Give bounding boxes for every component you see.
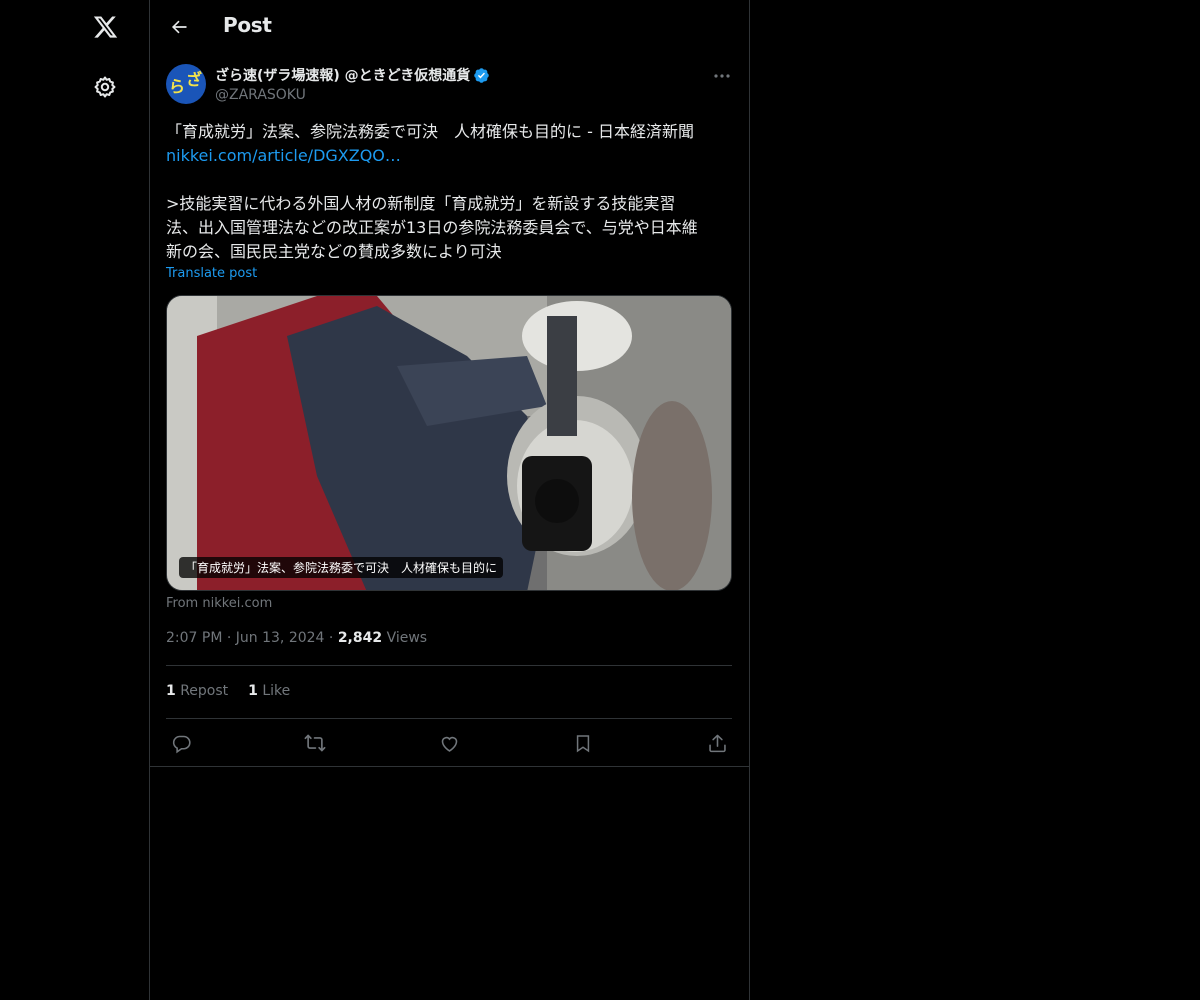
bookmark-icon[interactable] bbox=[568, 730, 598, 756]
avatar[interactable]: ら ざ bbox=[166, 64, 206, 104]
gear-icon[interactable] bbox=[81, 63, 129, 111]
action-bar bbox=[166, 730, 732, 756]
post-detail-column: Post ら ざ ざら速(ザラ場速報) @ときどき仮想通貨 @ZARASOKU … bbox=[149, 0, 750, 1000]
divider bbox=[150, 766, 749, 767]
reply-icon[interactable] bbox=[166, 730, 196, 756]
verified-badge-icon bbox=[473, 67, 490, 84]
page-header: Post bbox=[150, 0, 749, 53]
sidebar-nav bbox=[0, 0, 149, 1000]
post-quote-line: >技能実習に代わる外国人材の新制度「育成就労」を新設する技能実習 bbox=[166, 194, 676, 213]
engagement-stats: 1 Repost 1 Like bbox=[166, 683, 290, 699]
avatar-glyph: ら bbox=[169, 77, 186, 96]
author-name[interactable]: ざら速(ザラ場速報) @ときどき仮想通貨 bbox=[215, 65, 490, 85]
more-options-icon[interactable] bbox=[710, 66, 734, 86]
repost-icon[interactable] bbox=[300, 730, 330, 756]
post-time[interactable]: 2:07 PM bbox=[166, 630, 222, 646]
post-text: 「育成就労」法案、参院法務委で可決 人材確保も目的に - 日本経済新聞 nikk… bbox=[166, 120, 736, 264]
author-name-text: ざら速(ザラ場速報) @ときどき仮想通貨 bbox=[215, 68, 471, 84]
post-headline: 「育成就労」法案、参院法務委で可決 人材確保も目的に - 日本経済新聞 bbox=[166, 122, 694, 141]
divider bbox=[166, 718, 732, 719]
post-quote-line: 法、出入国管理法などの改正案が13日の参院法務委員会で、与党や日本維 bbox=[166, 218, 698, 237]
likes-stat[interactable]: 1 Like bbox=[248, 683, 290, 699]
translate-post-link[interactable]: Translate post bbox=[166, 266, 257, 281]
separator-dot: · bbox=[226, 630, 236, 646]
share-icon[interactable] bbox=[702, 730, 732, 756]
x-logo-icon[interactable] bbox=[81, 3, 129, 51]
views-label: Views bbox=[386, 630, 428, 646]
card-image bbox=[167, 296, 731, 590]
link-preview-card[interactable]: 「育成就労」法案、参院法務委で可決 人材確保も目的に bbox=[166, 295, 732, 591]
post-date[interactable]: Jun 13, 2024 bbox=[236, 630, 325, 646]
post-quote-line: 新の会、国民民主党などの賛成多数により可決 bbox=[166, 242, 502, 261]
page-title: Post bbox=[223, 13, 272, 37]
separator-dot: · bbox=[328, 630, 338, 646]
post-link[interactable]: nikkei.com/article/DGXZQO… bbox=[166, 146, 401, 165]
like-icon[interactable] bbox=[434, 730, 464, 756]
avatar-glyph: ざ bbox=[186, 70, 203, 89]
views-count: 2,842 bbox=[337, 630, 383, 646]
reposts-stat[interactable]: 1 Repost bbox=[166, 683, 228, 699]
post-metadata: 2:07 PM · Jun 13, 2024 · 2,842 Views bbox=[166, 630, 427, 646]
card-source[interactable]: From nikkei.com bbox=[166, 596, 272, 611]
card-caption: 「育成就労」法案、参院法務委で可決 人材確保も目的に bbox=[179, 557, 504, 578]
author-handle[interactable]: @ZARASOKU bbox=[215, 87, 306, 103]
arrow-left-icon[interactable] bbox=[162, 10, 196, 44]
divider bbox=[166, 665, 732, 666]
